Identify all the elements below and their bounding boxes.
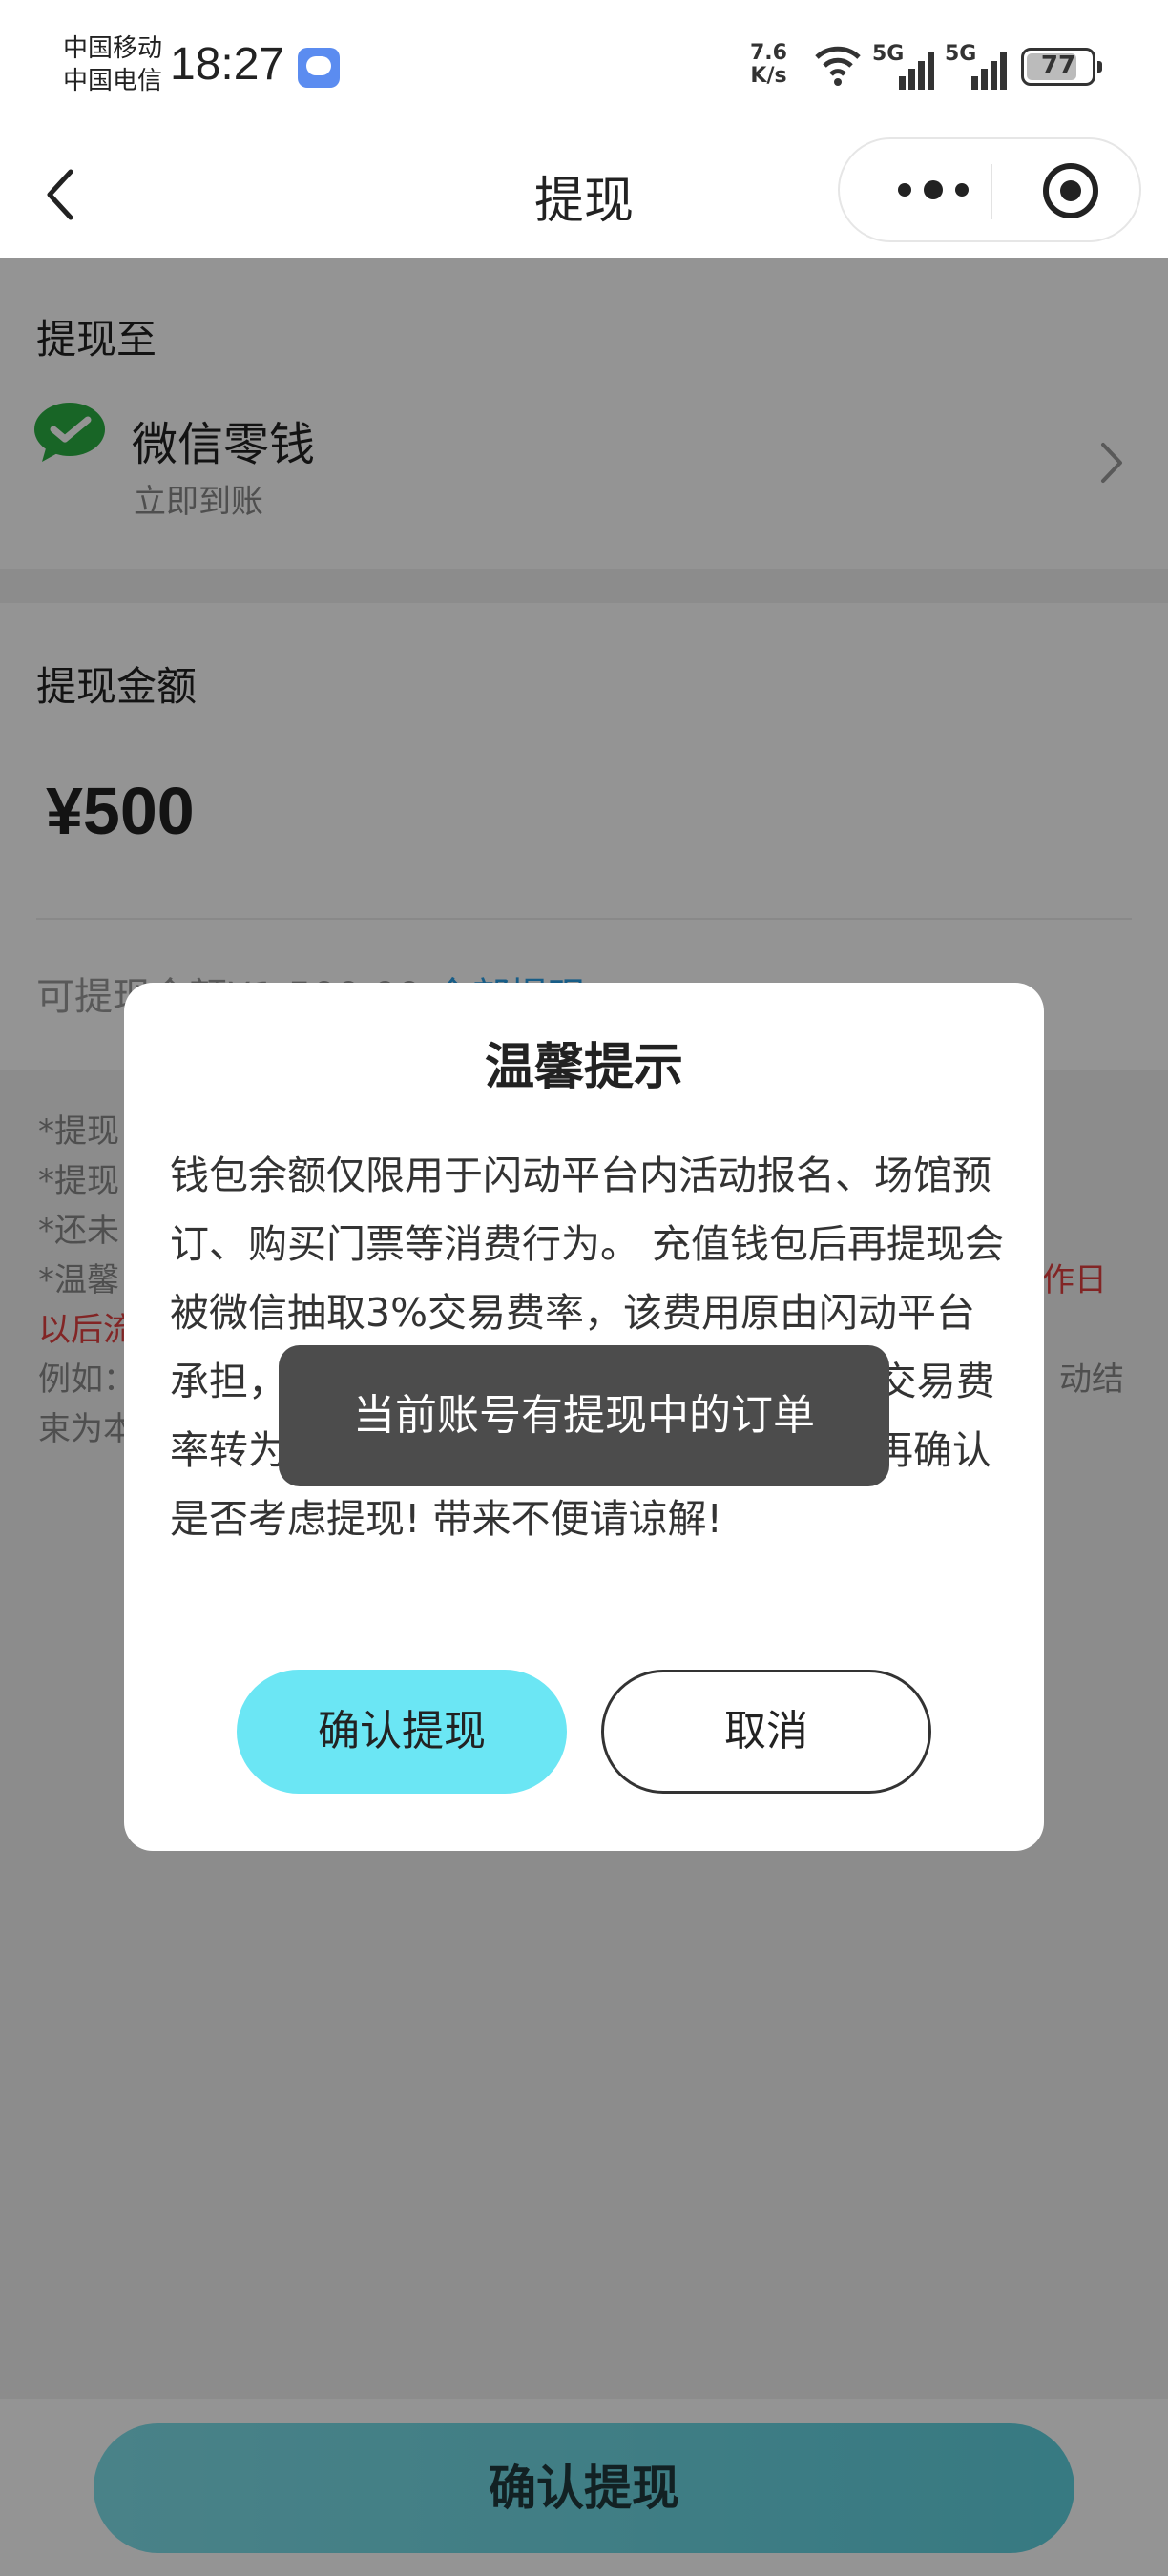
dialog-confirm-withdraw-button[interactable]: 确认提现 <box>237 1670 567 1794</box>
signal-1-label: 5G <box>872 42 905 66</box>
battery-icon: 77 <box>1021 48 1102 86</box>
nav-bar: 提现 <box>0 134 1168 258</box>
signal-2-icon: 5G <box>945 42 1010 90</box>
network-speed: 7.6 K/s <box>750 42 787 88</box>
clock: 18:27 <box>170 39 285 90</box>
signal-2-label: 5G <box>945 42 977 66</box>
toast-message: 当前账号有提现中的订单 <box>279 1345 889 1486</box>
miniprogram-capsule <box>838 137 1141 242</box>
dialog-title: 温馨提示 <box>484 1039 683 1096</box>
network-speed-value: 7.6 <box>750 41 787 65</box>
carrier-2: 中国电信 <box>63 67 163 95</box>
capsule-divider <box>991 164 992 219</box>
message-notification-icon <box>298 48 340 88</box>
dialog-cancel-button[interactable]: 取消 <box>601 1670 931 1794</box>
carrier-1: 中国移动 <box>63 34 163 63</box>
more-icon[interactable] <box>886 176 981 204</box>
status-bar: 中国移动 中国电信 18:27 7.6 K/s 5G 5G 77 <box>0 0 1168 134</box>
network-speed-unit: K/s <box>750 64 787 88</box>
close-miniprogram-icon[interactable] <box>1040 160 1101 221</box>
carrier-info: 中国移动 中国电信 <box>63 32 162 97</box>
signal-1-icon: 5G <box>872 42 937 90</box>
battery-level: 77 <box>1040 52 1076 80</box>
wifi-icon <box>815 46 861 86</box>
